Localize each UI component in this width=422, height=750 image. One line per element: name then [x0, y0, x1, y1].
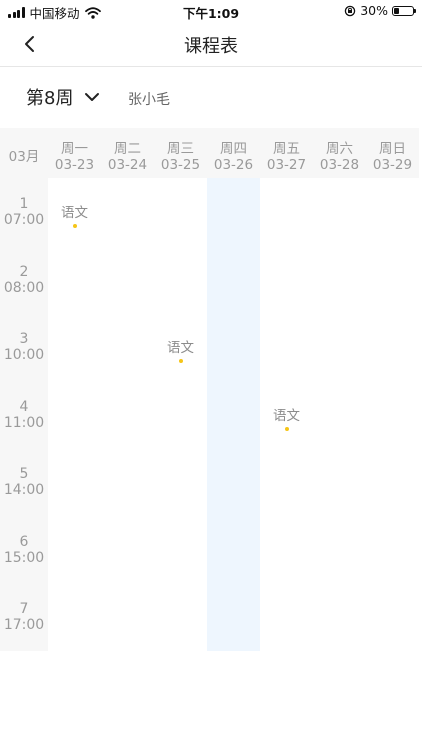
navigation-bar: 课程表	[0, 22, 422, 67]
day-name: 周六	[326, 141, 353, 157]
period-time: 07:00	[3, 212, 45, 228]
period-number: 6	[19, 533, 29, 550]
week-selector-row: 第8周 张小毛	[0, 66, 422, 128]
period-label: 3 10:00	[0, 331, 48, 363]
day-date: 03-29	[372, 157, 413, 173]
lesson-name: 语文	[61, 205, 88, 221]
day-name: 周五	[273, 141, 300, 157]
day-name: 周三	[167, 141, 194, 157]
timetable-grid: 03月 周一 03-23 周二 03-24 周三 03-25 周四 03-26 周五 03-27 周…	[0, 128, 422, 651]
period-label: 1 07:00	[0, 196, 48, 228]
period-time: 08:00	[3, 279, 45, 296]
day-date: 03-27	[266, 157, 307, 173]
lesson-name: 语文	[273, 407, 300, 424]
day-date: 03-23	[54, 157, 95, 173]
day-header: 周三 03-25	[154, 128, 207, 178]
period-time: 15:00	[3, 549, 45, 566]
day-header: 周六 03-28	[313, 128, 366, 178]
lesson-dot	[178, 359, 183, 363]
day-header: 周四 03-26	[207, 128, 260, 178]
week-selector[interactable]: 第8周	[26, 84, 101, 110]
day-header: 周二 03-24	[101, 128, 154, 178]
lesson-entry[interactable]: 语文	[48, 205, 101, 228]
period-time: 17:00	[3, 617, 45, 633]
day-date: 03-28	[319, 157, 360, 173]
lesson-entry[interactable]: 语文	[154, 340, 207, 363]
lesson-dot	[284, 426, 289, 431]
day-header: 周五 03-27	[260, 128, 313, 178]
lesson-name: 语文	[167, 340, 194, 356]
student-name: 张小毛	[128, 92, 170, 108]
period-time: 14:00	[3, 482, 45, 498]
period-number: 1	[19, 196, 29, 212]
battery-percent: 30%	[360, 3, 388, 18]
day-date: 03-26	[213, 157, 254, 173]
day-date: 03-25	[160, 157, 201, 173]
period-number: 5	[19, 466, 29, 482]
period-time: 10:00	[3, 347, 45, 363]
period-label: 7 17:00	[0, 601, 48, 633]
lesson-entry[interactable]: 语文	[260, 408, 313, 431]
status-bar: 中国移动 下午1:09 30%	[0, 0, 422, 22]
period-time: 11:00	[3, 414, 45, 431]
status-right: 30%	[344, 3, 416, 18]
period-label: 6 15:00	[0, 534, 48, 566]
orientation-lock-icon	[344, 5, 356, 16]
day-header: 周日 03-29	[366, 128, 419, 178]
day-name: 周四	[220, 141, 247, 157]
week-label: 第8周	[26, 88, 74, 109]
page-title: 课程表	[184, 36, 238, 57]
battery-icon	[392, 5, 416, 16]
period-label: 4 11:00	[0, 399, 48, 431]
day-date: 03-24	[107, 157, 148, 173]
day-name: 周二	[114, 141, 141, 157]
day-name: 周日	[379, 141, 406, 157]
period-number: 3	[19, 331, 29, 347]
month-label: 03月	[0, 128, 48, 178]
period-label: 2 08:00	[0, 264, 48, 296]
today-column-highlight	[207, 178, 260, 651]
period-number: 4	[19, 398, 29, 415]
lesson-dot	[72, 224, 77, 228]
chevron-down-icon	[85, 93, 100, 101]
period-number: 7	[19, 601, 29, 617]
day-header: 周一 03-23	[48, 128, 101, 178]
period-number: 2	[19, 263, 29, 280]
day-name: 周一	[61, 141, 88, 157]
period-label: 5 14:00	[0, 466, 48, 498]
